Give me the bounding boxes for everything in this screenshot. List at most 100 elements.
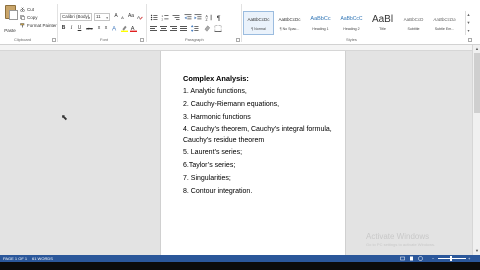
svg-text:2: 2 (162, 17, 164, 21)
style-sample: AaBbCcC (340, 16, 363, 22)
underline-button[interactable]: U (77, 25, 82, 32)
subscript-button[interactable]: x (96, 25, 102, 32)
align-right-icon[interactable] (170, 26, 177, 32)
document-canvas[interactable]: Complex Analysis: 1. Analytic functions,… (0, 45, 472, 255)
print-layout-icon[interactable] (409, 256, 414, 261)
chevron-down-icon[interactable]: ▼ (466, 19, 471, 27)
list-item: 7. Singularities; (183, 175, 231, 182)
zoom-out-icon[interactable]: − (432, 255, 434, 262)
strikethrough-button[interactable]: abc (85, 25, 94, 32)
clear-formatting-icon[interactable]: A (137, 14, 143, 20)
style-name: ¶ No Spac... (279, 27, 300, 31)
align-left-icon[interactable] (150, 26, 157, 32)
style-sample: AaBl (371, 14, 394, 25)
style-heading-1[interactable]: AaBbCc Heading 1 (305, 11, 336, 35)
zoom-slider-knob[interactable] (450, 256, 452, 261)
styles-launcher-icon[interactable] (468, 38, 472, 42)
style-name: Subtitle (407, 27, 420, 31)
style-sample: AaBbCcDc (278, 17, 301, 22)
mouse-cursor-icon: ⬉ (61, 113, 68, 122)
style-subtitle[interactable]: AaBbCcD Subtitle (398, 11, 429, 35)
style-no-spacing[interactable]: AaBbCcDc ¶ No Spac... (274, 11, 305, 35)
text-effects-icon[interactable]: A (112, 25, 119, 32)
highlight-icon[interactable] (121, 25, 128, 32)
style-normal[interactable]: AaBbCcDc ¶ Normal (243, 11, 274, 35)
page-count[interactable]: PAGE 1 OF 1 (3, 255, 27, 262)
style-sample: AaBbCc (310, 16, 331, 22)
bold-button[interactable]: B (61, 25, 66, 32)
font-color-icon[interactable]: A (130, 25, 137, 32)
font-size-value: 11 (96, 14, 101, 19)
read-mode-icon[interactable] (400, 256, 405, 261)
grow-font-button[interactable]: A (113, 13, 119, 20)
copy-button[interactable]: Copy (20, 13, 38, 21)
scroll-down-icon[interactable]: ▼ (474, 248, 480, 254)
justify-icon[interactable] (180, 26, 187, 32)
clipboard-group-label: Clipboard (14, 37, 32, 42)
superscript-button[interactable]: x (103, 25, 109, 32)
clipboard-launcher-icon[interactable] (52, 38, 56, 42)
pilcrow-icon[interactable]: ¶ (216, 14, 223, 21)
document-heading: Complex Analysis: (183, 74, 249, 83)
group-divider (146, 4, 147, 42)
paintbrush-icon (20, 22, 25, 27)
font-launcher-icon[interactable] (140, 38, 144, 42)
line-spacing-icon[interactable] (191, 25, 199, 32)
style-name: ¶ Normal (251, 27, 266, 31)
paragraph-group-label: Paragraph (185, 37, 204, 42)
list-item: 6.Taylor’s series; (183, 162, 236, 169)
style-name: Title (379, 27, 386, 31)
sort-icon[interactable]: AZ (205, 14, 213, 21)
chevron-down-icon: ▾ (106, 16, 108, 20)
font-name-dropdown[interactable]: Calibri (Body) ▾ (60, 13, 92, 21)
cut-button[interactable]: Cut (20, 5, 34, 13)
scissors-icon (20, 6, 25, 12)
web-layout-icon[interactable] (418, 256, 423, 261)
numbering-icon[interactable]: 12 (161, 14, 169, 21)
list-item: 3. Harmonic functions (183, 114, 251, 121)
zoom-slider[interactable] (438, 256, 466, 261)
bullets-icon[interactable] (150, 14, 158, 21)
document-body[interactable]: Complex Analysis: 1. Analytic functions,… (183, 72, 343, 198)
group-divider (241, 4, 242, 42)
styles-gallery-scroll[interactable]: ▲ ▼ ▾ (465, 11, 471, 35)
shrink-font-button[interactable]: A (120, 14, 125, 21)
multilevel-list-icon[interactable] (172, 14, 180, 21)
vertical-scrollbar[interactable]: ▲ ▼ (472, 45, 480, 255)
decrease-indent-icon[interactable] (184, 14, 192, 21)
align-center-icon[interactable] (160, 26, 167, 32)
italic-button[interactable]: I (69, 25, 74, 32)
increase-indent-icon[interactable] (194, 14, 202, 21)
ribbon: Paste Cut Copy Format Painter Clipboard … (0, 0, 480, 45)
watermark-title: Activate Windows (366, 232, 430, 241)
paragraph-launcher-icon[interactable] (236, 38, 240, 42)
svg-text:Z: Z (206, 18, 209, 21)
group-divider (57, 4, 58, 42)
style-name: Heading 1 (312, 27, 329, 31)
style-title[interactable]: AaBl Title (367, 11, 398, 35)
scroll-up-icon[interactable]: ▲ (474, 46, 480, 52)
zoom-in-icon[interactable]: + (468, 255, 470, 262)
style-sample: AaBbCcD (403, 17, 424, 22)
shading-icon[interactable] (203, 25, 211, 32)
style-subtle-emphasis[interactable]: AaBbCcDa Subtle Em... (429, 11, 460, 35)
format-painter-button[interactable]: Format Painter (20, 21, 57, 29)
document-page[interactable]: Complex Analysis: 1. Analytic functions,… (160, 51, 346, 255)
style-name: Subtle Em... (434, 27, 455, 31)
copy-label: Copy (27, 14, 38, 20)
chevron-up-icon[interactable]: ▲ (466, 11, 471, 19)
change-case-button[interactable]: Aa (127, 13, 135, 20)
more-icon[interactable]: ▾ (466, 27, 471, 35)
copy-icon (20, 14, 25, 20)
watermark-subtitle: Go to PC settings to activate Windows. (366, 242, 436, 247)
font-size-dropdown[interactable]: 11 ▾ (94, 13, 110, 21)
style-name: Heading 2 (343, 27, 360, 31)
word-count[interactable]: 61 WORDS (32, 255, 53, 262)
paste-button[interactable]: Paste (2, 3, 18, 33)
scroll-thumb[interactable] (474, 53, 480, 113)
cut-label: Cut (27, 6, 35, 12)
svg-text:A: A (112, 26, 117, 32)
borders-icon[interactable] (214, 25, 222, 32)
style-heading-2[interactable]: AaBbCcC Heading 2 (336, 11, 367, 35)
list-item: 8. Contour integration. (183, 188, 253, 195)
